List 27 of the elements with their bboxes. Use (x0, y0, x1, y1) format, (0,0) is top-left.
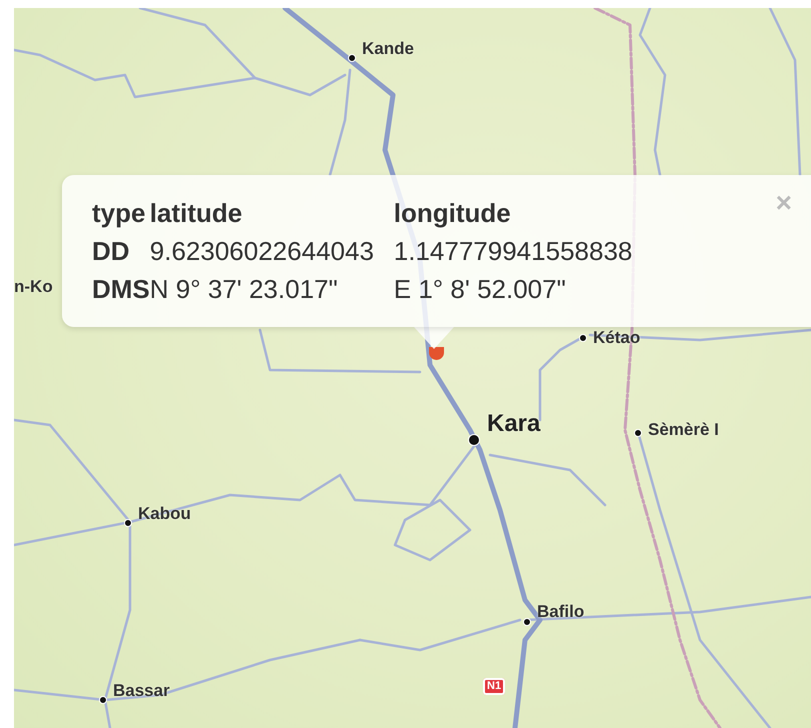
column-header: latitude (150, 197, 244, 230)
close-button[interactable]: × (776, 189, 792, 217)
place-dot-icon (124, 519, 132, 527)
place-label: Bafilo (537, 603, 584, 620)
place-label: Sèmèrè I (648, 421, 719, 438)
road-shield: N1 (483, 678, 506, 695)
table-cell-text: E 1° 8' 52.007" (394, 273, 567, 306)
place-dot-icon (99, 696, 107, 704)
column-header: longitude (394, 197, 512, 230)
marker-icon (429, 347, 444, 360)
place-label: Kabou (138, 505, 191, 522)
column-header: type (92, 197, 146, 230)
table-cell-text: 1.147779941558838 (394, 235, 632, 268)
row-header: DMS (92, 273, 150, 306)
place-label: Kara (487, 412, 540, 436)
place-dot-icon (634, 429, 642, 437)
place-dot-icon (579, 334, 587, 342)
place-dot-icon (468, 434, 480, 446)
place-label: Bassar (113, 682, 170, 699)
place-label: Kande (362, 40, 414, 57)
place-dot-icon (348, 54, 356, 62)
table-cell-text: 9.62306022644043 (150, 235, 375, 268)
place-dot-icon (523, 618, 531, 626)
row-header: DD (92, 235, 131, 268)
table-cell-text: N 9° 37' 23.017" (150, 273, 339, 306)
place-label: Kétao (593, 329, 640, 346)
place-label: n-Ko (14, 278, 53, 295)
